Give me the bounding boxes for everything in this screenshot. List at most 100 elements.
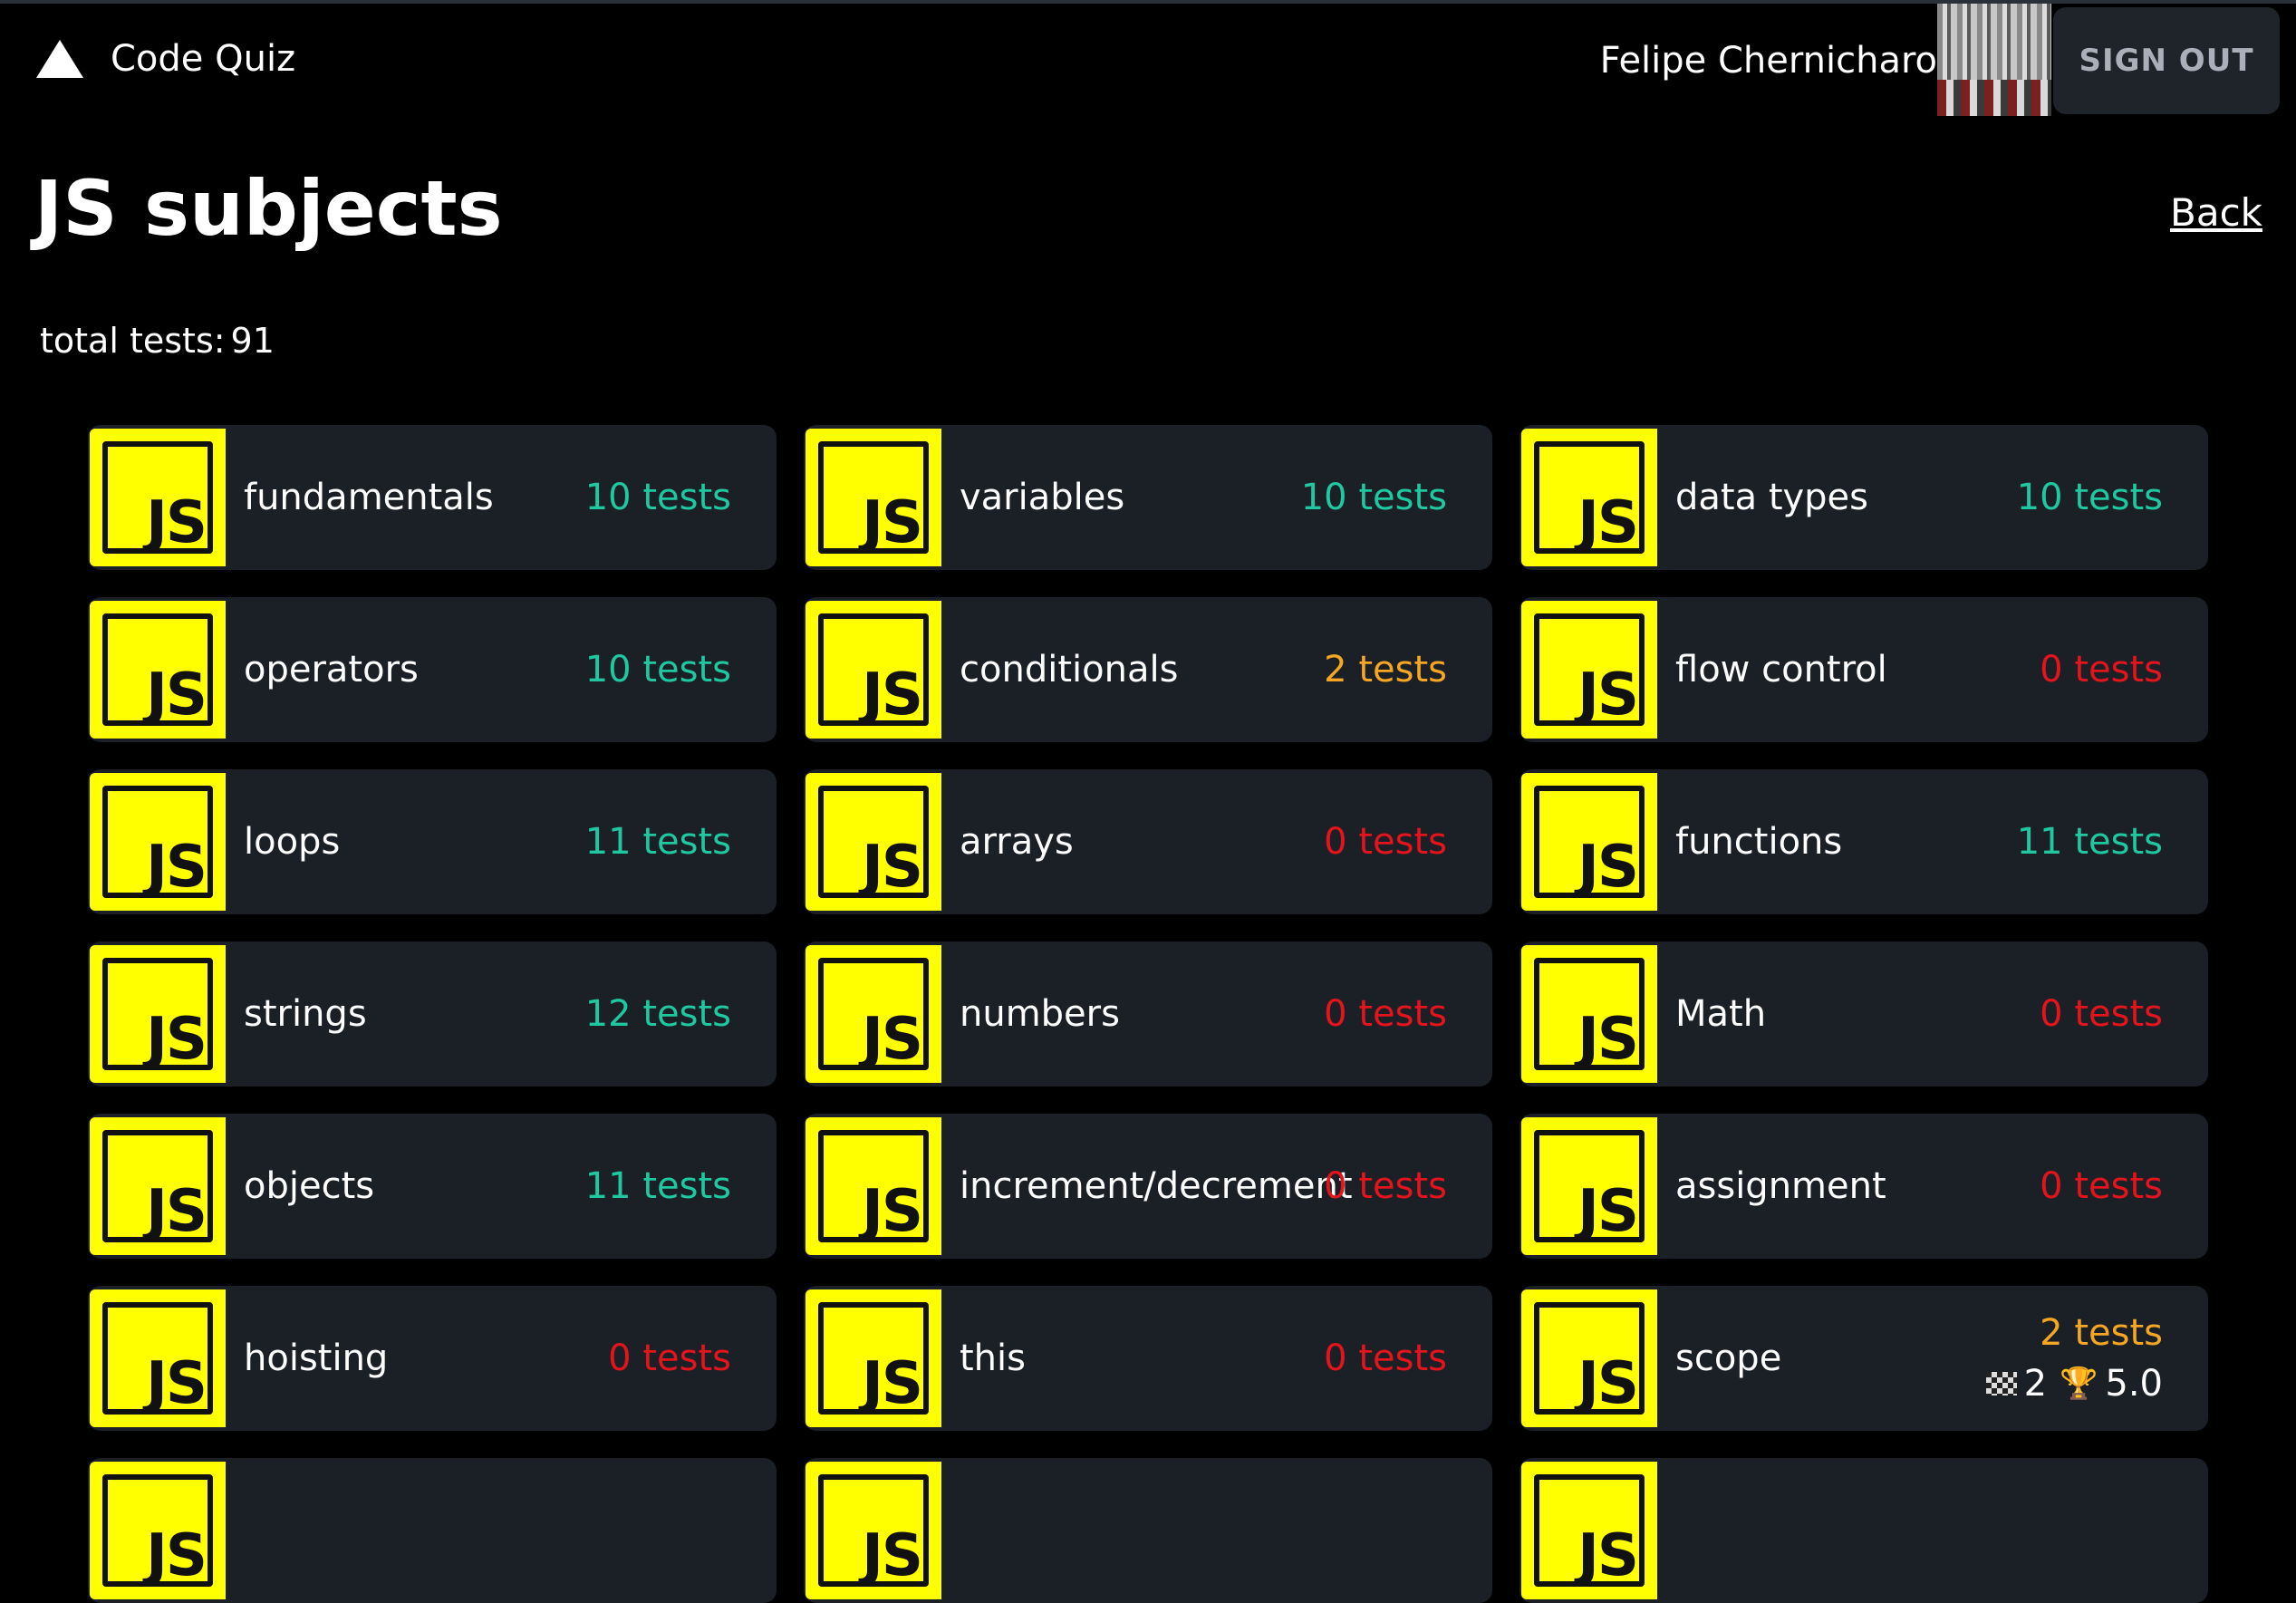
js-logo-icon: JS xyxy=(90,1289,226,1427)
js-logo-icon: JS xyxy=(806,1289,941,1427)
js-logo-icon: JS xyxy=(806,773,941,911)
js-logo-text: JS xyxy=(146,1522,207,1589)
subject-stats: 2 🏆 5.0 xyxy=(1985,1363,2163,1405)
total-tests-value: 91 xyxy=(230,321,275,361)
test-count: 0 tests xyxy=(2040,649,2163,690)
subject-card[interactable]: JS strings 12 tests xyxy=(88,942,777,1086)
subject-card[interactable]: JS xyxy=(88,1458,777,1603)
js-logo-icon: JS xyxy=(90,773,226,911)
js-logo-text: JS xyxy=(862,1522,923,1589)
subject-card[interactable]: JS variables 10 tests xyxy=(804,425,1492,570)
test-count: 0 tests xyxy=(1324,821,1447,863)
js-logo-icon: JS xyxy=(1521,1462,1657,1599)
test-count: 10 tests xyxy=(2016,477,2163,518)
test-count: 2 tests xyxy=(1324,649,1447,690)
js-logo-icon: JS xyxy=(1521,945,1657,1083)
js-logo-text: JS xyxy=(862,661,923,729)
subject-meta: 0 tests xyxy=(1324,942,1447,1086)
test-count: 0 tests xyxy=(1324,1165,1447,1207)
subject-card[interactable]: JS numbers 0 tests xyxy=(804,942,1492,1086)
js-logo-text: JS xyxy=(146,834,207,901)
test-count: 0 tests xyxy=(1324,993,1447,1035)
js-logo-icon: JS xyxy=(90,945,226,1083)
subject-meta: 11 tests xyxy=(585,769,731,914)
js-logo-text: JS xyxy=(1577,834,1639,901)
js-logo-icon: JS xyxy=(1521,1289,1657,1427)
js-logo-icon: JS xyxy=(806,601,941,739)
subject-card[interactable]: JS this 0 tests xyxy=(804,1286,1492,1431)
user-name: Felipe Chernicharo xyxy=(1599,40,1937,82)
sign-out-button[interactable]: SIGN OUT xyxy=(2053,7,2280,114)
app-logo-link[interactable]: Code Quiz xyxy=(36,38,295,80)
js-logo-text: JS xyxy=(146,1178,207,1245)
app-header: Code Quiz Felipe Chernicharo SIGN OUT xyxy=(0,4,2296,116)
js-logo-text: JS xyxy=(862,1178,923,1245)
subject-meta: 11 tests xyxy=(585,1114,731,1259)
test-count: 2 tests xyxy=(2040,1312,2163,1354)
js-logo-text: JS xyxy=(146,661,207,729)
test-count: 10 tests xyxy=(584,649,731,690)
subject-meta: 0 tests xyxy=(1324,1114,1447,1259)
test-count: 0 tests xyxy=(2040,993,2163,1035)
js-logo-text: JS xyxy=(862,1006,923,1073)
subject-meta: 0 tests xyxy=(2040,1114,2163,1259)
subject-card[interactable]: JS xyxy=(1519,1458,2208,1603)
js-logo-icon: JS xyxy=(90,1117,226,1255)
js-logo-text: JS xyxy=(1577,1006,1639,1073)
js-logo-icon: JS xyxy=(90,429,226,566)
js-logo-text: JS xyxy=(862,489,923,556)
subject-card[interactable]: JS fundamentals 10 tests xyxy=(88,425,777,570)
js-logo-icon: JS xyxy=(806,429,941,566)
subject-meta: 10 tests xyxy=(1301,425,1447,570)
subject-card[interactable]: JS assignment 0 tests xyxy=(1519,1114,2208,1259)
subject-card[interactable]: JS data types 10 tests xyxy=(1519,425,2208,570)
subject-card[interactable]: JS operators 10 tests xyxy=(88,597,777,742)
test-count: 10 tests xyxy=(1300,477,1447,518)
subject-card[interactable]: JS loops 11 tests xyxy=(88,769,777,914)
subject-meta: 0 tests xyxy=(2040,942,2163,1086)
subject-card[interactable]: JS hoisting 0 tests xyxy=(88,1286,777,1431)
js-logo-icon: JS xyxy=(806,1117,941,1255)
test-count: 0 tests xyxy=(1324,1337,1447,1379)
subject-card[interactable]: JS flow control 0 tests xyxy=(1519,597,2208,742)
subject-grid: JS fundamentals 10 tests JS variables 10 test… xyxy=(88,425,2208,1603)
avatar xyxy=(1937,4,2051,116)
page-title: JS subjects xyxy=(34,164,503,253)
subject-meta: 10 tests xyxy=(585,425,731,570)
js-logo-icon: JS xyxy=(1521,429,1657,566)
subject-card[interactable]: JS objects 11 tests xyxy=(88,1114,777,1259)
subject-meta: 12 tests xyxy=(585,942,731,1086)
subject-card[interactable]: JS scope 2 tests 2 🏆 5.0 xyxy=(1519,1286,2208,1431)
subject-meta: 10 tests xyxy=(585,597,731,742)
test-count: 11 tests xyxy=(584,1165,731,1207)
test-count: 11 tests xyxy=(584,821,731,863)
js-logo-icon: JS xyxy=(1521,601,1657,739)
subject-meta: 2 tests 2 🏆 5.0 xyxy=(1985,1286,2163,1431)
subject-meta: 0 tests xyxy=(1324,769,1447,914)
back-link[interactable]: Back xyxy=(2170,190,2262,235)
js-logo-text: JS xyxy=(146,489,207,556)
subject-card[interactable]: JS arrays 0 tests xyxy=(804,769,1492,914)
attempts-count: 2 xyxy=(2023,1363,2048,1405)
subject-card[interactable]: JS Math 0 tests xyxy=(1519,942,2208,1086)
js-logo-icon: JS xyxy=(806,1462,941,1599)
js-logo-icon: JS xyxy=(90,601,226,739)
js-logo-icon: JS xyxy=(806,945,941,1083)
js-logo-text: JS xyxy=(1577,1522,1639,1589)
triangle-logo-icon xyxy=(36,40,83,78)
subject-card[interactable]: JS increment/decrement 0 tests xyxy=(804,1114,1492,1259)
checkered-flag-icon xyxy=(1985,1372,2017,1395)
test-count: 0 tests xyxy=(608,1337,731,1379)
subject-meta: 11 tests xyxy=(2017,769,2163,914)
js-logo-text: JS xyxy=(862,834,923,901)
subject-card[interactable]: JS functions 11 tests xyxy=(1519,769,2208,914)
app-title: Code Quiz xyxy=(111,38,296,80)
js-logo-text: JS xyxy=(146,1006,207,1073)
subject-meta: 0 tests xyxy=(1324,1286,1447,1431)
subject-card[interactable]: JS xyxy=(804,1458,1492,1603)
subject-card[interactable]: JS conditionals 2 tests xyxy=(804,597,1492,742)
js-logo-text: JS xyxy=(1577,489,1639,556)
total-tests: total tests: 91 xyxy=(34,321,275,361)
js-logo-icon: JS xyxy=(1521,1117,1657,1255)
trophy-icon: 🏆 xyxy=(2060,1366,2098,1402)
